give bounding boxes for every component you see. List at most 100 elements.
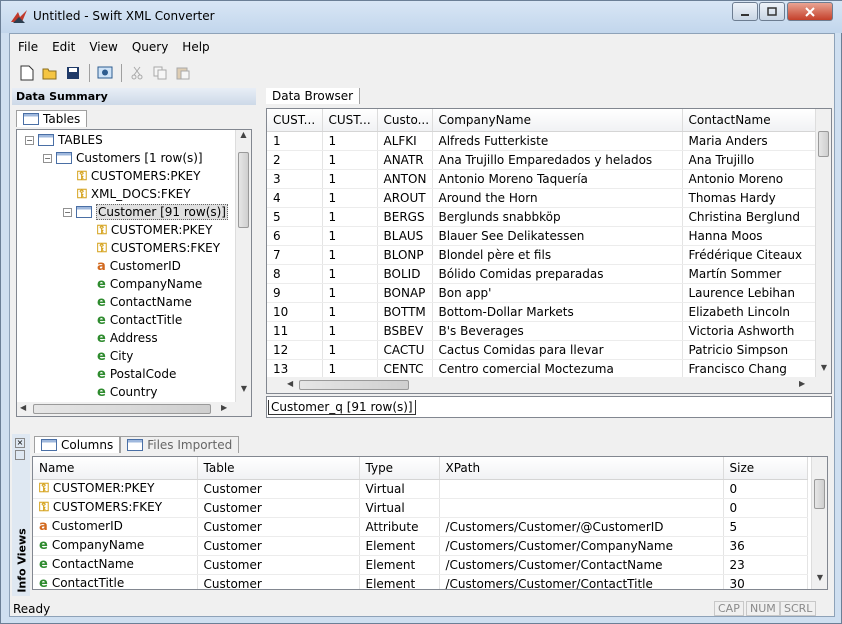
table-cell[interactable]: /Customers/Customer/ContactTitle bbox=[439, 574, 724, 589]
table-cell[interactable]: Hanna Moos bbox=[682, 226, 816, 246]
table-cell[interactable]: ⚿ CUSTOMERS:FKEY bbox=[33, 498, 198, 518]
scroll-thumb[interactable] bbox=[238, 152, 249, 228]
menu-help[interactable]: Help bbox=[182, 40, 209, 54]
tree-horizontal-scrollbar[interactable]: ◀ ▶ bbox=[17, 402, 251, 416]
table-cell[interactable]: 30 bbox=[723, 574, 808, 589]
table-cell[interactable]: B's Beverages bbox=[432, 321, 683, 341]
table-cell[interactable]: BOLID bbox=[377, 264, 433, 284]
table-cell[interactable]: Virtual bbox=[359, 498, 440, 518]
table-row[interactable]: 2 1 ANATR Ana Trujillo Emparedados y helado… bbox=[267, 150, 816, 170]
table-cell[interactable]: /Customers/Customer/@CustomerID bbox=[439, 517, 724, 537]
table-cell[interactable]: Element bbox=[359, 536, 440, 556]
table-cell[interactable]: Antonio Moreno bbox=[682, 169, 816, 189]
table-cell[interactable]: BERGS bbox=[377, 207, 433, 227]
table-row[interactable]: 12 1 CACTU Cactus Comidas para llevar Patric… bbox=[267, 340, 816, 360]
table-cell[interactable]: Martín Sommer bbox=[682, 264, 816, 284]
table-cell[interactable]: Alfreds Futterkiste bbox=[432, 131, 683, 151]
table-cell[interactable]: 1 bbox=[267, 131, 323, 151]
grid-horizontal-scrollbar[interactable]: ◀ ▶ bbox=[267, 377, 831, 393]
tree-node[interactable]: e ContactTitle bbox=[97, 311, 182, 329]
table-cell[interactable]: Bólido Comidas preparadas bbox=[432, 264, 683, 284]
table-cell[interactable]: Customer bbox=[197, 517, 360, 537]
column-header[interactable]: Name bbox=[33, 457, 198, 480]
grid-vertical-scrollbar[interactable]: ▼ bbox=[815, 109, 831, 377]
table-cell[interactable]: 1 bbox=[322, 131, 378, 151]
column-header[interactable]: ContactName bbox=[682, 109, 816, 132]
column-header[interactable]: CompanyName bbox=[432, 109, 683, 132]
table-cell[interactable]: 10 bbox=[267, 302, 323, 322]
table-cell[interactable]: 9 bbox=[267, 283, 323, 303]
table-cell[interactable]: ANATR bbox=[377, 150, 433, 170]
tree-node[interactable]: − Customers [1 row(s)] bbox=[43, 149, 203, 167]
tree-node[interactable]: e Country bbox=[97, 383, 158, 401]
collapse-toggle-icon[interactable]: − bbox=[63, 207, 72, 217]
table-cell[interactable]: BLAUS bbox=[377, 226, 433, 246]
float-panel-icon[interactable] bbox=[15, 450, 25, 460]
table-row[interactable]: 8 1 BOLID Bólido Comidas preparadas Martín S… bbox=[267, 264, 816, 284]
tree-node[interactable]: e Address bbox=[97, 329, 158, 347]
table-cell[interactable]: 1 bbox=[322, 169, 378, 189]
table-row[interactable]: e ContactName Customer Element/Customers/Cu… bbox=[33, 555, 808, 575]
table-cell[interactable]: 5 bbox=[267, 207, 323, 227]
table-cell[interactable]: Customer bbox=[197, 498, 360, 518]
table-cell[interactable]: BLONP bbox=[377, 245, 433, 265]
table-cell[interactable]: BSBEV bbox=[377, 321, 433, 341]
tree-node[interactable]: e CompanyName bbox=[97, 275, 202, 293]
table-cell[interactable]: /Customers/Customer/CompanyName bbox=[439, 536, 724, 556]
table-cell[interactable]: 13 bbox=[267, 359, 323, 379]
menu-query[interactable]: Query bbox=[132, 40, 168, 54]
data-browser-grid[interactable]: CUST... CUST... Custo... CompanyName Contact… bbox=[266, 108, 832, 394]
scroll-right-arrow[interactable]: ▶ bbox=[799, 379, 805, 388]
table-cell[interactable]: Customer bbox=[197, 555, 360, 575]
table-row[interactable]: 10 1 BOTTM Bottom-Dollar Markets Elizabeth L… bbox=[267, 302, 816, 322]
table-cell[interactable]: Ana Trujillo bbox=[682, 150, 816, 170]
table-cell[interactable]: 23 bbox=[723, 555, 808, 575]
column-header[interactable]: CUST... bbox=[322, 109, 378, 132]
table-row[interactable]: 4 1 AROUT Around the Horn Thomas Hardy bbox=[267, 188, 816, 208]
table-cell[interactable]: 0 bbox=[723, 479, 808, 499]
table-cell[interactable]: Cactus Comidas para llevar bbox=[432, 340, 683, 360]
table-cell[interactable]: 2 bbox=[267, 150, 323, 170]
column-header[interactable]: Type bbox=[359, 457, 440, 480]
table-cell[interactable]: /Customers/Customer/ContactName bbox=[439, 555, 724, 575]
table-row[interactable]: ⚿ CUSTOMER:PKEY Customer Virtual 0 bbox=[33, 479, 808, 499]
tree-node[interactable]: ⚿ CUSTOMER:PKEY bbox=[97, 221, 212, 239]
table-cell[interactable]: ALFKI bbox=[377, 131, 433, 151]
tables-tree[interactable]: − TABLES − Customers [1 row(s)] ⚿ CUSTOMERS:P… bbox=[16, 129, 252, 417]
scroll-down-arrow[interactable]: ▼ bbox=[816, 363, 831, 372]
table-cell[interactable]: Blauer See Delikatessen bbox=[432, 226, 683, 246]
table-cell[interactable]: AROUT bbox=[377, 188, 433, 208]
title-bar[interactable]: Untitled - Swift XML Converter bbox=[1, 1, 842, 33]
table-row[interactable]: 3 1 ANTON Antonio Moreno Taquería Antonio Mo… bbox=[267, 169, 816, 189]
table-row[interactable]: 7 1 BLONP Blondel père et fils Frédérique Ci… bbox=[267, 245, 816, 265]
table-cell[interactable]: 12 bbox=[267, 340, 323, 360]
scroll-left-arrow[interactable]: ◀ bbox=[287, 379, 293, 388]
table-cell[interactable]: 1 bbox=[322, 302, 378, 322]
table-cell[interactable]: BONAP bbox=[377, 283, 433, 303]
table-row[interactable]: 5 1 BERGS Berglunds snabbköp Christina Bergl… bbox=[267, 207, 816, 227]
table-cell[interactable]: Customer bbox=[197, 574, 360, 589]
table-cell[interactable]: Blondel père et fils bbox=[432, 245, 683, 265]
table-cell[interactable]: a CustomerID bbox=[33, 517, 198, 537]
open-button[interactable] bbox=[39, 62, 61, 84]
table-cell[interactable]: Frédérique Citeaux bbox=[682, 245, 816, 265]
collapse-toggle-icon[interactable]: − bbox=[43, 153, 52, 163]
scroll-up-arrow[interactable]: ▲ bbox=[236, 130, 251, 139]
table-cell[interactable]: Element bbox=[359, 555, 440, 575]
table-cell[interactable]: 4 bbox=[267, 188, 323, 208]
close-button[interactable] bbox=[787, 2, 833, 21]
table-cell[interactable]: CACTU bbox=[377, 340, 433, 360]
table-row[interactable]: 9 1 BONAP Bon app' Laurence Lebihan bbox=[267, 283, 816, 303]
table-cell[interactable]: 1 bbox=[322, 264, 378, 284]
tab-data-browser[interactable]: Data Browser bbox=[266, 88, 361, 104]
tab-files-imported[interactable]: Files Imported bbox=[120, 435, 240, 453]
table-cell[interactable]: 36 bbox=[723, 536, 808, 556]
table-cell[interactable]: Berglunds snabbköp bbox=[432, 207, 683, 227]
table-cell[interactable]: 7 bbox=[267, 245, 323, 265]
table-row[interactable]: 11 1 BSBEV B's Beverages Victoria Ashworth bbox=[267, 321, 816, 341]
copy-button[interactable] bbox=[149, 62, 171, 84]
table-cell[interactable]: Customer bbox=[197, 479, 360, 499]
table-cell[interactable]: Victoria Ashworth bbox=[682, 321, 816, 341]
tab-customer-query[interactable]: Customer_q [91 row(s)] bbox=[268, 400, 416, 415]
table-row[interactable]: a CustomerID Customer Attribute/Customers/C… bbox=[33, 517, 808, 537]
